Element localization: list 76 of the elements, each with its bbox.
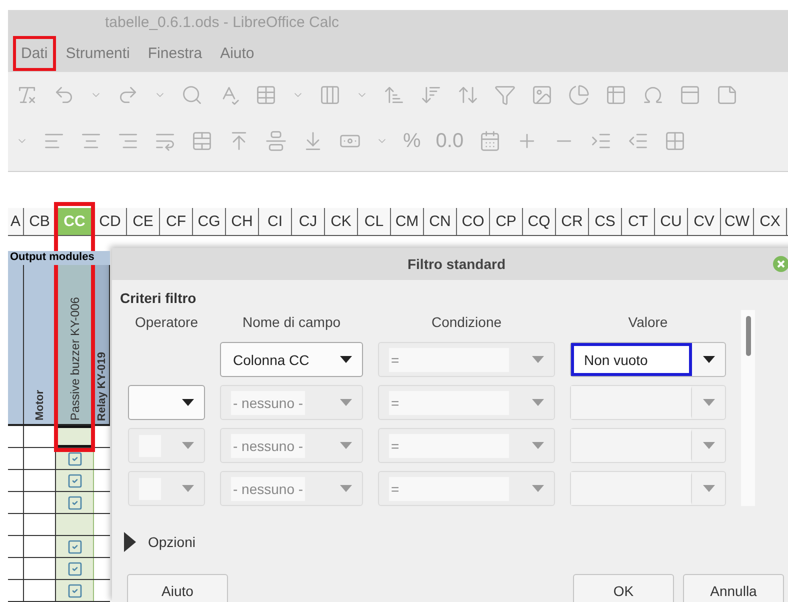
table-cell[interactable]	[56, 580, 94, 601]
table-cell[interactable]	[56, 558, 94, 579]
section-title: Criteri filtro	[120, 290, 198, 306]
sort-icon[interactable]	[457, 84, 479, 106]
filter-icon[interactable]	[494, 84, 516, 106]
sort-ascending-icon[interactable]	[383, 84, 405, 106]
ok-button[interactable]: OK	[573, 574, 674, 602]
pie-chart-icon[interactable]	[568, 84, 590, 106]
column-label: Valore	[627, 314, 669, 330]
table-columns-icon[interactable]	[319, 84, 341, 106]
expander-icon[interactable]	[124, 532, 136, 552]
column-header[interactable]: CR	[556, 208, 589, 235]
undo-icon[interactable]	[53, 84, 75, 106]
clear-formatting-icon[interactable]	[16, 84, 38, 106]
checkbox-icon	[66, 582, 82, 598]
window-title: tabelle_0.6.1.ods - LibreOffice Calc	[105, 14, 340, 31]
column-title: Motor	[34, 390, 46, 421]
column-header[interactable]: CJ	[292, 208, 325, 235]
align-middle-icon[interactable]	[265, 130, 287, 152]
column-header[interactable]: CG	[193, 208, 226, 235]
header-footer-icon[interactable]	[679, 84, 701, 106]
omega-icon[interactable]	[642, 84, 664, 106]
redo-icon[interactable]	[117, 84, 139, 106]
column-header[interactable]: CM	[391, 208, 424, 235]
group-header-cell: Output modules	[8, 251, 110, 266]
column-title: Passive buzzer KY-006	[68, 297, 82, 421]
checkbox-icon	[66, 538, 82, 554]
column-header[interactable]: CT	[622, 208, 655, 235]
pivot-table-icon[interactable]	[605, 84, 627, 106]
column-header[interactable]: CN	[424, 208, 457, 235]
table-cell[interactable]	[56, 514, 94, 535]
cancel-button[interactable]: Annulla	[683, 574, 784, 602]
column-header[interactable]: CQ	[523, 208, 556, 235]
checkbox-icon	[66, 472, 82, 488]
borders-icon[interactable]	[664, 130, 686, 152]
table-rows-icon[interactable]	[255, 84, 277, 106]
column-header[interactable]: CF	[160, 208, 193, 235]
close-icon[interactable]	[773, 256, 788, 272]
column-header[interactable]: CL	[358, 208, 391, 235]
image-icon[interactable]	[531, 84, 553, 106]
table-cell[interactable]	[56, 470, 94, 491]
table-cell[interactable]	[56, 492, 94, 513]
column-header[interactable]: CU	[655, 208, 688, 235]
column-label: Operatore	[134, 314, 200, 330]
column-header[interactable]: CD	[94, 208, 127, 235]
column-header[interactable]: A	[8, 208, 24, 235]
column-label: Condizione	[430, 314, 503, 330]
column-header[interactable]: CB	[24, 208, 56, 235]
column-header[interactable]: CH	[226, 208, 259, 235]
search-icon[interactable]	[181, 84, 203, 106]
column-header[interactable]: CI	[259, 208, 292, 235]
column-header[interactable]: CS	[589, 208, 622, 235]
checkbox-icon	[66, 560, 82, 576]
checkbox-icon	[66, 494, 82, 510]
column-header[interactable]: CW	[721, 208, 754, 235]
column-header[interactable]: CK	[325, 208, 358, 235]
column-header[interactable]: CO	[457, 208, 490, 235]
field-dropdown[interactable]: Colonna CC	[220, 342, 363, 377]
calendar-icon[interactable]	[478, 130, 501, 152]
column-header[interactable]: CE	[127, 208, 160, 235]
table-cell[interactable]	[56, 536, 94, 557]
value-combobox[interactable]: Non vuoto	[570, 342, 726, 377]
note-icon[interactable]	[716, 84, 738, 106]
options-expander[interactable]: Opzioni	[148, 534, 196, 550]
dialog-title: Filtro standard	[407, 256, 506, 272]
column-title: Relay KY-019	[96, 352, 108, 421]
help-button[interactable]: Aiuto	[127, 574, 228, 602]
operator-dropdown[interactable]	[128, 385, 205, 420]
sort-descending-icon[interactable]	[420, 84, 442, 106]
column-header[interactable]: CV	[688, 208, 721, 235]
merge-cells-icon[interactable]	[191, 130, 213, 152]
column-label: Nome di campo	[241, 314, 342, 330]
column-header[interactable]: CP	[490, 208, 523, 235]
scrollbar[interactable]	[741, 310, 755, 506]
column-header[interactable]: CX	[754, 208, 787, 235]
checkbox-icon	[66, 450, 82, 466]
